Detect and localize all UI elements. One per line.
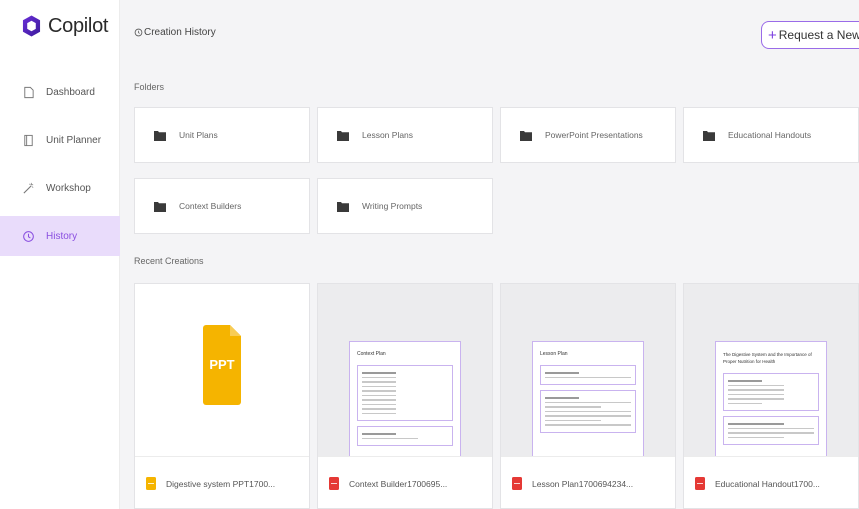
document-preview: The Digestive System and the Importance … — [715, 341, 827, 456]
plus-icon: + — [768, 26, 777, 44]
folder-label: PowerPoint Presentations — [545, 130, 643, 140]
recent-card-context-builder[interactable]: Context Plan Context Builder1700695... — [317, 283, 493, 509]
request-new-tool-button[interactable]: + Request a New Tool — [761, 21, 859, 49]
app-title: Copilot — [48, 14, 109, 37]
page-title: Creation History — [144, 27, 216, 38]
card-thumbnail: PPT — [135, 284, 309, 456]
preview-title: Lesson Plan — [540, 351, 568, 357]
folder-icon — [154, 130, 166, 141]
card-title: Educational Handout1700... — [715, 478, 820, 489]
request-button-label: Request a New Tool — [778, 28, 859, 42]
recent-card-ppt[interactable]: PPT Digestive system PPT1700... — [134, 283, 310, 509]
folder-icon — [703, 130, 715, 141]
recent-creations-heading: Recent Creations — [134, 256, 204, 266]
ppt-icon — [146, 477, 156, 490]
ppt-file-icon: PPT — [203, 325, 241, 405]
sidebar-item-label: Workshop — [46, 182, 91, 194]
folder-icon — [337, 130, 349, 141]
sidebar-item-label: History — [46, 230, 78, 242]
app-logo[interactable]: Copilot — [22, 14, 108, 38]
recent-card-educational-handout[interactable]: The Digestive System and the Importance … — [683, 283, 859, 509]
history-icon — [134, 28, 143, 37]
recent-card-lesson-plan[interactable]: Lesson Plan Lesson Plan1700694234... — [500, 283, 676, 509]
preview-title: The Digestive System and the Importance … — [723, 352, 812, 364]
card-thumbnail: Lesson Plan — [501, 284, 675, 456]
sidebar-item-label: Dashboard — [46, 86, 95, 98]
preview-section — [540, 365, 636, 385]
sidebar-item-label: Unit Planner — [46, 134, 102, 146]
folder-icon — [337, 201, 349, 212]
card-footer: Lesson Plan1700694234... — [501, 456, 675, 508]
main-content: Creation History + Request a New Tool Fo… — [120, 0, 859, 509]
folder-writing-prompts[interactable]: Writing Prompts — [317, 178, 493, 234]
card-title: Digestive system PPT1700... — [166, 478, 276, 489]
card-footer: Digestive system PPT1700... — [135, 456, 309, 508]
pdf-icon — [695, 477, 705, 490]
clock-icon — [23, 230, 34, 242]
folder-lesson-plans[interactable]: Lesson Plans — [317, 107, 493, 163]
preview-section — [540, 390, 636, 433]
folder-label: Lesson Plans — [362, 130, 414, 140]
wand-icon — [23, 182, 34, 194]
breadcrumb: Creation History — [134, 27, 216, 38]
document-preview: Context Plan — [349, 341, 461, 456]
folder-educational-handouts[interactable]: Educational Handouts — [683, 107, 859, 163]
folder-label: Unit Plans — [179, 130, 218, 140]
sidebar-item-workshop[interactable]: Workshop — [0, 168, 120, 208]
preview-section — [357, 426, 453, 446]
document-icon — [24, 86, 34, 98]
folder-unit-plans[interactable]: Unit Plans — [134, 107, 310, 163]
preview-section — [723, 416, 819, 445]
folders-heading: Folders — [134, 82, 165, 92]
pdf-icon — [329, 477, 339, 490]
ppt-label: PPT — [209, 357, 234, 372]
card-footer: Context Builder1700695... — [318, 456, 492, 508]
folder-label: Writing Prompts — [362, 201, 423, 211]
folder-icon — [520, 130, 532, 141]
sidebar: Copilot Dashboard Unit Planner Workshop … — [0, 0, 120, 509]
card-title: Context Builder1700695... — [349, 478, 448, 489]
document-preview: Lesson Plan — [532, 341, 644, 456]
folder-context-builders[interactable]: Context Builders — [134, 178, 310, 234]
card-thumbnail: Context Plan — [318, 284, 492, 456]
pdf-icon — [512, 477, 522, 490]
book-icon — [24, 134, 33, 146]
folder-label: Context Builders — [179, 201, 242, 211]
folder-icon — [154, 201, 166, 212]
preview-section — [357, 365, 453, 421]
preview-title: Context Plan — [357, 351, 386, 357]
copilot-logo-icon — [22, 15, 41, 37]
folder-powerpoint-presentations[interactable]: PowerPoint Presentations — [500, 107, 676, 163]
card-title: Lesson Plan1700694234... — [532, 478, 634, 489]
sidebar-item-history[interactable]: History — [0, 216, 120, 256]
folder-label: Educational Handouts — [728, 130, 812, 140]
sidebar-item-unit-planner[interactable]: Unit Planner — [0, 120, 120, 160]
card-footer: Educational Handout1700... — [684, 456, 858, 508]
sidebar-item-dashboard[interactable]: Dashboard — [0, 72, 120, 112]
card-thumbnail: The Digestive System and the Importance … — [684, 284, 858, 456]
preview-section — [723, 373, 819, 411]
